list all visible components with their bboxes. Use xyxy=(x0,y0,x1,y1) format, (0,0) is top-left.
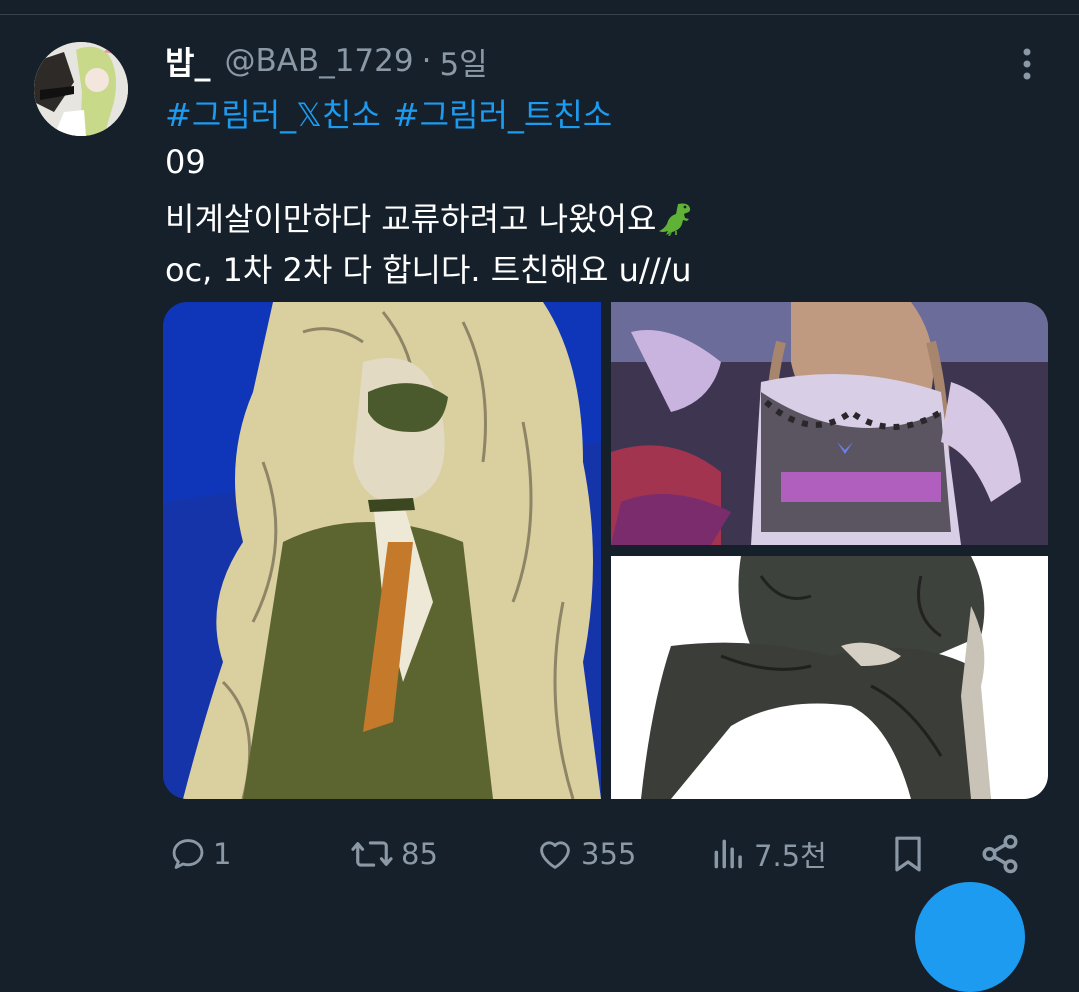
tweet-text-line: 09 xyxy=(165,143,206,181)
share-button[interactable] xyxy=(979,826,1027,882)
media-image-3[interactable] xyxy=(611,556,1048,799)
reply-count: 1 xyxy=(213,837,232,871)
like-count: 355 xyxy=(581,837,637,871)
tweet-text-line: oc, 1차 2차 다 합니다. 트친해요 u///u xyxy=(165,251,692,289)
reply-button[interactable]: 1 xyxy=(169,826,231,882)
views-button[interactable]: 7.5천 xyxy=(710,826,827,882)
t-rex-icon xyxy=(658,202,694,244)
retweet-icon xyxy=(351,841,393,867)
tweet-text-segment: 비계살이만하다 교류하려고 나왔어요 xyxy=(165,200,657,238)
retweet-button[interactable]: 85 xyxy=(349,826,438,882)
more-options-button[interactable] xyxy=(1010,44,1044,84)
author-handle[interactable]: @BAB_1729 xyxy=(224,43,413,79)
hashtag-link[interactable]: #그림러_𝕏친소 xyxy=(165,96,381,134)
tweet-actions: 1 85 355 7.5천 xyxy=(165,826,1035,882)
analytics-icon xyxy=(714,839,742,869)
avatar[interactable] xyxy=(34,42,128,136)
hashtag-link[interactable]: #그림러_트친소 xyxy=(393,96,612,134)
separator: · xyxy=(421,43,432,79)
tweet-header: 밥_ @BAB_1729 · 5일 xyxy=(165,38,488,84)
more-vertical-icon xyxy=(1023,48,1031,80)
tweet-text-line: 비계살이만하다 교류하려고 나왔어요 xyxy=(165,194,694,244)
share-icon xyxy=(982,834,1018,874)
compose-button[interactable] xyxy=(915,882,1025,992)
hashtags: #그림러_𝕏친소 #그림러_트친소 xyxy=(165,90,624,136)
author-name[interactable]: 밥_ xyxy=(165,38,210,84)
top-divider xyxy=(0,14,1079,15)
retweet-count: 85 xyxy=(401,837,438,871)
heart-icon xyxy=(540,841,570,869)
media-image-1[interactable] xyxy=(163,302,601,799)
like-button[interactable]: 355 xyxy=(535,826,636,882)
media-image-2[interactable] xyxy=(611,302,1048,545)
bookmark-button[interactable] xyxy=(889,826,933,882)
bookmark-icon xyxy=(895,836,921,872)
timestamp[interactable]: 5일 xyxy=(439,39,487,84)
reply-icon xyxy=(172,839,204,869)
media-grid xyxy=(163,302,1048,799)
view-count: 7.5천 xyxy=(754,839,827,873)
